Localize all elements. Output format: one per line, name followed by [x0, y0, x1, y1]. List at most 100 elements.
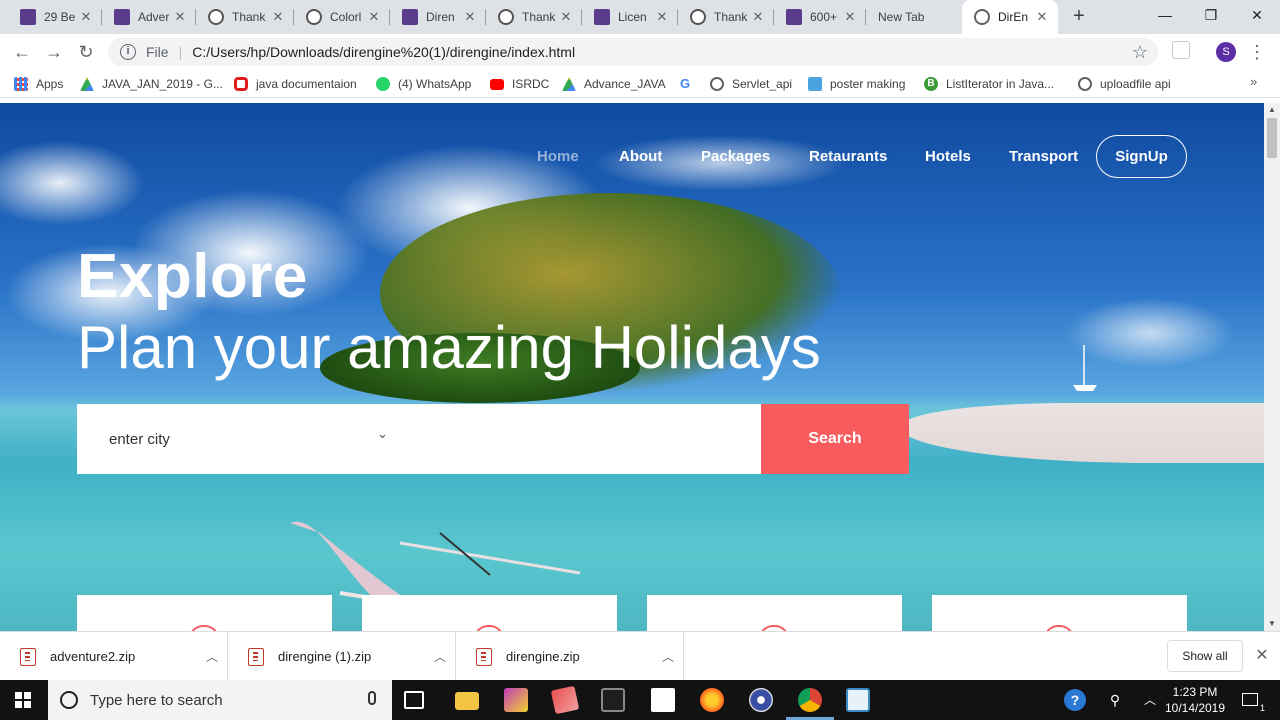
browser-tab[interactable]: Diren ✕ [390, 0, 486, 34]
bookmark-item[interactable]: B ListIterator in Java... [924, 76, 1054, 92]
chevron-down-icon: ⌄ [377, 426, 388, 441]
task-view-icon[interactable] [404, 691, 424, 709]
service-card[interactable] [647, 595, 902, 631]
tab-title: Thank [232, 10, 266, 24]
taskbar-search[interactable]: Type here to search [48, 680, 392, 720]
bookmark-item[interactable]: ISRDC [490, 76, 549, 92]
new-tab-button[interactable]: + [1068, 5, 1090, 27]
bookmark-item[interactable]: poster making [808, 76, 905, 92]
nav-hotels[interactable]: Hotels [925, 148, 971, 168]
browser-tab[interactable]: 29 Be ✕ [8, 0, 102, 34]
nav-packages[interactable]: Packages [701, 148, 770, 168]
chevron-up-icon[interactable]: ︿ [425, 648, 455, 665]
info-icon[interactable]: i [120, 44, 136, 60]
nav-transport[interactable]: Transport [1009, 148, 1078, 168]
show-all-button[interactable]: Show all [1167, 640, 1243, 672]
scroll-up-icon[interactable]: ▲ [1264, 103, 1280, 117]
paint-icon[interactable] [504, 688, 528, 712]
close-icon[interactable]: ✕ [270, 9, 286, 25]
chevron-up-icon[interactable]: ︿ [653, 648, 683, 665]
browser-tab[interactable]: Adver ✕ [102, 0, 196, 34]
bookmark-item[interactable]: JAVA_JAN_2019 - G... [80, 76, 223, 92]
service-card[interactable] [77, 595, 332, 631]
url-text[interactable]: C:/Users/hp/Downloads/direngine%20(1)/di… [192, 44, 575, 60]
bookmark-item[interactable]: uploadfile api [1078, 76, 1171, 92]
download-item[interactable]: adventure2.zip ︿ [0, 632, 228, 681]
city-select-value: enter city [109, 431, 170, 448]
wordpress-icon [498, 9, 514, 25]
close-icon[interactable]: ✕ [462, 9, 478, 25]
extension-icon[interactable] [1172, 41, 1190, 59]
close-icon[interactable]: ✕ [1034, 9, 1050, 25]
microphone-icon[interactable] [368, 691, 376, 705]
bookmark-item[interactable]: G [678, 76, 700, 92]
people-icon[interactable]: ⚲ [1104, 680, 1126, 720]
nav-about[interactable]: About [619, 148, 662, 168]
more-menu-icon[interactable]: ⋮ [1248, 40, 1266, 64]
bookmark-apps[interactable]: Apps [14, 76, 63, 92]
scroll-down-icon[interactable]: ▼ [1264, 617, 1280, 631]
browser-tab[interactable]: Licen ✕ [582, 0, 678, 34]
browser-tab-active[interactable]: DirEn ✕ [962, 0, 1058, 34]
system-clock[interactable]: 1:23 PM 10/14/2019 [1158, 684, 1232, 716]
bookmark-icon [808, 77, 822, 91]
service-card[interactable] [362, 595, 617, 631]
address-bar[interactable]: i File | C:/Users/hp/Downloads/direngine… [108, 38, 1158, 66]
browser-tab[interactable]: Thank ✕ [486, 0, 582, 34]
profile-avatar[interactable]: S [1216, 42, 1236, 62]
signup-button[interactable]: SignUp [1096, 135, 1187, 178]
zip-file-icon [476, 647, 492, 666]
chrome-icon[interactable] [798, 688, 822, 712]
terminal-icon[interactable] [601, 688, 625, 712]
chevron-up-icon[interactable]: ︿ [197, 648, 227, 665]
close-icon[interactable]: ✕ [558, 9, 574, 25]
app-icon[interactable] [550, 685, 580, 715]
windows-start-icon[interactable] [15, 692, 31, 708]
browser-tab[interactable]: New Tab [866, 0, 962, 34]
close-icon[interactable]: ✕ [654, 9, 670, 25]
reload-icon[interactable]: ↻ [74, 40, 98, 64]
search-button[interactable]: Search [761, 404, 909, 474]
tray-overflow-icon[interactable]: ︿ [1140, 680, 1160, 720]
download-item[interactable]: direngine (1).zip ︿ [228, 632, 456, 681]
app-window-icon[interactable] [846, 688, 870, 712]
browser-tab[interactable]: 600+ ✕ [774, 0, 866, 34]
close-icon[interactable]: ✕ [78, 9, 94, 25]
city-select[interactable]: enter city ⌄ [77, 404, 761, 474]
close-window-icon[interactable]: ✕ [1234, 0, 1280, 30]
firefox-icon[interactable] [700, 688, 724, 712]
download-filename: direngine.zip [506, 649, 580, 664]
close-icon[interactable]: ✕ [172, 9, 188, 25]
close-icon[interactable]: ✕ [1252, 646, 1272, 666]
close-icon[interactable]: ✕ [750, 9, 766, 25]
apps-grid-icon [14, 77, 28, 91]
close-icon[interactable]: ✕ [366, 9, 382, 25]
bookmark-item[interactable]: Advance_JAVA [562, 76, 666, 92]
browser-tab[interactable]: Thank ✕ [196, 0, 294, 34]
colorlib-icon [594, 9, 610, 25]
page-scrollbar[interactable]: ▲ ▼ [1264, 103, 1280, 631]
nav-restaurants[interactable]: Retaurants [809, 148, 887, 168]
bookmark-item[interactable]: java documentaion [234, 76, 357, 92]
notifications-icon[interactable]: 1 [1238, 680, 1265, 720]
bookmark-item[interactable]: Servlet_api [710, 76, 792, 92]
browser-tab[interactable]: Thank ✕ [678, 0, 774, 34]
bookmark-star-icon[interactable]: ☆ [1132, 42, 1148, 63]
help-icon[interactable]: ? [1062, 680, 1088, 720]
file-explorer-icon[interactable] [455, 692, 479, 710]
nav-home[interactable]: Home [537, 148, 579, 168]
service-card[interactable] [932, 595, 1187, 631]
tab-title: 600+ [810, 10, 838, 24]
store-icon[interactable] [651, 688, 675, 712]
bookmark-item[interactable]: (4) WhatsApp [376, 76, 471, 92]
eclipse-icon[interactable] [749, 688, 773, 712]
minimize-icon[interactable]: — [1142, 0, 1188, 30]
restore-icon[interactable]: ❐ [1188, 0, 1234, 30]
scrollbar-thumb[interactable] [1267, 118, 1277, 158]
back-icon[interactable]: ← [10, 40, 34, 64]
browser-tab[interactable]: Colorl ✕ [294, 0, 390, 34]
forward-icon[interactable]: → [42, 40, 66, 64]
close-icon[interactable]: ✕ [842, 9, 858, 25]
bookmarks-overflow-icon[interactable]: » [1250, 74, 1257, 89]
download-item[interactable]: direngine.zip ︿ [456, 632, 684, 681]
